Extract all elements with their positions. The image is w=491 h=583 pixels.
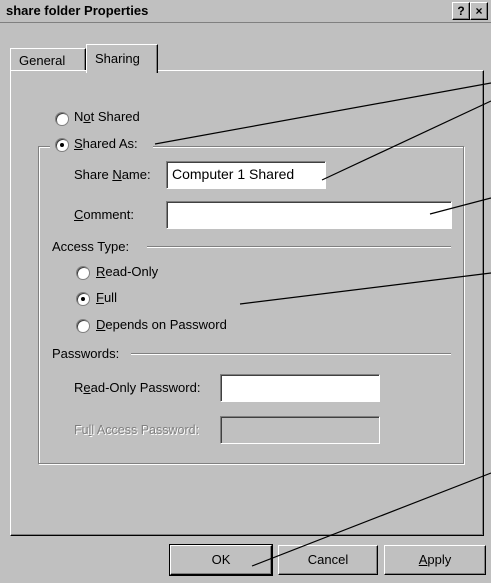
comment-input[interactable] xyxy=(166,201,452,229)
share-name-label-pre: Share xyxy=(74,167,113,182)
full-label-post: ull xyxy=(103,290,117,305)
full-access-password-label: Full Access Password: xyxy=(74,423,199,437)
ro-password-label-post: ad-Only Password: xyxy=(90,380,201,395)
not-shared-label-accel: o xyxy=(83,109,91,124)
window-title: share folder Properties xyxy=(6,3,149,18)
shared-as-label-accel: S xyxy=(74,136,83,151)
depends-label-accel: D xyxy=(96,317,106,332)
ro-password-label-pre: R xyxy=(74,380,84,395)
read-only-label-post: ead-Only xyxy=(105,264,159,279)
fa-password-label-post: l Access Password: xyxy=(91,423,200,437)
read-only-password-label: Read-Only Password: xyxy=(74,380,200,395)
not-shared-radio[interactable] xyxy=(55,112,69,126)
ok-button[interactable]: OK xyxy=(169,544,273,576)
shared-as-radio[interactable] xyxy=(55,138,69,152)
title-bar[interactable]: share folder Properties ? × xyxy=(0,0,491,23)
depends-label-post: epends on Password xyxy=(105,317,227,332)
comment-label-accel: C xyxy=(74,207,84,222)
share-name-input[interactable]: Computer 1 Shared xyxy=(166,161,326,189)
passwords-heading: Passwords: xyxy=(52,346,120,361)
apply-button[interactable]: Apply xyxy=(384,545,486,575)
help-button[interactable]: ? xyxy=(452,2,470,20)
share-name-value: Computer 1 Shared xyxy=(172,166,295,182)
properties-dialog: share folder Properties ? × General Shar… xyxy=(0,0,491,583)
comment-label-post: omment: xyxy=(83,207,134,222)
full-access-password-input xyxy=(220,416,380,444)
comment-label: Comment: xyxy=(74,207,134,222)
not-shared-label[interactable]: Not Shared xyxy=(74,109,140,124)
shared-as-label[interactable]: Shared As: xyxy=(74,136,138,151)
access-type-separator xyxy=(147,246,451,248)
shared-as-label-post: hared As: xyxy=(82,136,138,151)
read-only-password-input[interactable] xyxy=(220,374,380,402)
shared-as-radio-dot xyxy=(60,143,64,147)
tab-general-label: General xyxy=(19,53,66,68)
passwords-separator xyxy=(131,353,451,355)
ro-password-label-accel: e xyxy=(83,380,91,395)
read-only-label[interactable]: Read-Only xyxy=(96,264,158,279)
apply-label-post: pply xyxy=(427,552,452,567)
full-radio-dot xyxy=(81,297,85,301)
close-button[interactable]: × xyxy=(470,2,488,20)
share-name-label-accel: N xyxy=(112,167,122,182)
share-name-label: Share Name: xyxy=(74,167,151,182)
not-shared-label-post: t Shared xyxy=(90,109,140,124)
tab-sharing[interactable]: Sharing xyxy=(86,44,158,73)
depends-on-password-radio[interactable] xyxy=(76,319,90,333)
read-only-label-accel: R xyxy=(96,264,106,279)
cancel-button[interactable]: Cancel xyxy=(278,545,378,575)
share-name-label-post: ame: xyxy=(121,167,151,182)
full-label-accel: F xyxy=(96,290,104,305)
read-only-radio[interactable] xyxy=(76,266,90,280)
not-shared-label-pre: N xyxy=(74,109,84,124)
fa-password-label-pre: Fu xyxy=(74,423,89,437)
tab-sharing-label: Sharing xyxy=(95,51,140,66)
access-type-heading: Access Type: xyxy=(52,239,130,254)
tab-general[interactable]: General xyxy=(10,48,86,71)
full-radio[interactable] xyxy=(76,292,90,306)
full-label[interactable]: Full xyxy=(96,290,117,305)
depends-on-password-label[interactable]: Depends on Password xyxy=(96,317,227,332)
